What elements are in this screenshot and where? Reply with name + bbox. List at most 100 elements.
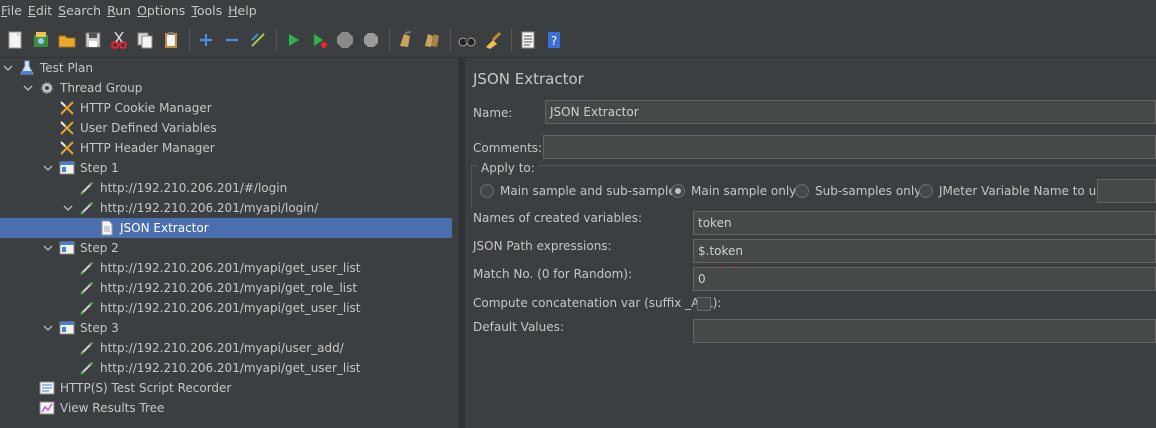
chevron-down-icon[interactable] <box>22 78 34 98</box>
chevron-down-icon[interactable] <box>42 158 54 178</box>
paste-button[interactable] <box>159 28 183 52</box>
tree-item[interactable]: Test Plan <box>0 58 452 78</box>
function-helper-button[interactable] <box>516 28 540 52</box>
radio-circle[interactable] <box>919 184 933 198</box>
comments-label: Comments: <box>473 141 543 155</box>
menu-options[interactable]: Options <box>135 0 189 22</box>
tree-item-label: http://192.210.206.201/myapi/get_user_li… <box>100 361 361 375</box>
tree-item[interactable]: http://192.210.206.201/myapi/get_user_li… <box>0 258 452 278</box>
results-tree-icon <box>38 399 56 417</box>
menu-label: ools <box>196 3 223 18</box>
chevron-down-icon[interactable] <box>62 198 74 218</box>
scissors-icon <box>58 139 76 157</box>
save-button[interactable] <box>81 28 105 52</box>
tree-item[interactable]: http://192.210.206.201/myapi/get_user_li… <box>0 298 452 318</box>
radio-sub-only[interactable]: Sub-samples only <box>795 184 921 198</box>
menu-run[interactable]: Run <box>105 0 135 22</box>
menu-edit[interactable]: Edit <box>26 0 56 22</box>
concat-checkbox[interactable] <box>697 297 711 311</box>
tree-item-label: http://192.210.206.201/myapi/login/ <box>100 201 319 215</box>
start-button[interactable] <box>281 28 305 52</box>
toggle-button[interactable] <box>246 28 270 52</box>
match-no-label: Match No. (0 for Random): <box>473 267 633 281</box>
menu-search[interactable]: Search <box>56 0 105 22</box>
shutdown-icon <box>361 30 381 50</box>
search-icon <box>457 30 477 50</box>
radio-circle[interactable] <box>480 184 494 198</box>
toolbar-separator <box>450 27 451 52</box>
radio-main-and-sub[interactable]: Main sample and sub-samples <box>480 184 682 198</box>
cut-button[interactable] <box>107 28 131 52</box>
stop-icon <box>335 30 355 50</box>
tree-item[interactable]: http://192.210.206.201/#/login <box>0 178 452 198</box>
tree-item-label: HTTP Cookie Manager <box>80 101 212 115</box>
controller-icon <box>58 159 76 177</box>
templates-button[interactable] <box>29 28 53 52</box>
tree-item[interactable]: View Results Tree <box>0 398 452 418</box>
toggle-icon <box>248 30 268 50</box>
radio-label: Main sample only <box>691 184 797 198</box>
radio-main-only[interactable]: Main sample only <box>671 184 796 198</box>
tree-item-label: Thread Group <box>60 81 143 95</box>
copy-button[interactable] <box>133 28 157 52</box>
tree-item[interactable]: http://192.210.206.201/myapi/get_user_li… <box>0 358 452 378</box>
radio-jmeter-variable[interactable]: JMeter Variable Name to use <box>919 184 1110 198</box>
open-button[interactable] <box>55 28 79 52</box>
tree-item[interactable]: JSON Extractor <box>0 218 452 238</box>
menu-tools[interactable]: Tools <box>189 0 226 22</box>
tree-item[interactable]: http://192.210.206.201/myapi/user_add/ <box>0 338 452 358</box>
clear-icon <box>396 30 416 50</box>
tree-item-label: Step 3 <box>80 321 119 335</box>
json-path-field[interactable]: $.token <box>693 239 1156 263</box>
stop-button[interactable] <box>333 28 357 52</box>
chevron-down-icon[interactable] <box>42 318 54 338</box>
menu-label: elp <box>237 3 257 18</box>
reset-search-button[interactable] <box>481 28 505 52</box>
radio-circle[interactable] <box>671 184 685 198</box>
tree-item[interactable]: Step 2 <box>0 238 452 258</box>
gear-icon <box>38 79 56 97</box>
tree-item[interactable]: http://192.210.206.201/myapi/get_role_li… <box>0 278 452 298</box>
testplan-icon <box>18 59 36 77</box>
menu-file[interactable]: File <box>0 0 26 22</box>
collapse-button[interactable] <box>220 28 244 52</box>
toolbar-separator <box>389 27 390 52</box>
match-no-field[interactable]: 0 <box>693 267 1156 291</box>
tree-item[interactable]: User Defined Variables <box>0 118 452 138</box>
scissors-icon <box>58 99 76 117</box>
tree-item-label: Step 2 <box>80 241 119 255</box>
jmeter-variable-field[interactable] <box>1097 179 1156 203</box>
menu-help[interactable]: Help <box>226 0 261 22</box>
tree-item[interactable]: HTTP Cookie Manager <box>0 98 452 118</box>
chevron-down-icon[interactable] <box>42 238 54 258</box>
search-button[interactable] <box>455 28 479 52</box>
shutdown-button[interactable] <box>359 28 383 52</box>
tree-item[interactable]: http://192.210.206.201/myapi/login/ <box>0 198 452 218</box>
radio-circle[interactable] <box>795 184 809 198</box>
menu-mnemonic: E <box>27 3 36 18</box>
clear-button[interactable] <box>394 28 418 52</box>
start-no-pause-button[interactable] <box>307 28 331 52</box>
expand-button[interactable] <box>194 28 218 52</box>
chevron-down-icon[interactable] <box>2 58 14 78</box>
help-button[interactable]: ? <box>542 28 566 52</box>
new-button[interactable] <box>3 28 27 52</box>
tree-item-label: Step 1 <box>80 161 119 175</box>
pipette-icon <box>78 359 96 377</box>
tree-item[interactable]: Step 3 <box>0 318 452 338</box>
tree-item[interactable]: Thread Group <box>0 78 452 98</box>
tree-item-label: http://192.210.206.201/#/login <box>100 181 288 195</box>
name-field[interactable]: JSON Extractor <box>545 100 1156 124</box>
clear-all-button[interactable] <box>420 28 444 52</box>
comments-field[interactable] <box>543 135 1156 159</box>
tree-item-label: HTTP(S) Test Script Recorder <box>60 381 232 395</box>
default-values-field[interactable] <box>693 319 1156 343</box>
tree-item[interactable]: Step 1 <box>0 158 452 178</box>
pipette-icon <box>78 299 96 317</box>
tree-item[interactable]: HTTP(S) Test Script Recorder <box>0 378 452 398</box>
tree-item[interactable]: HTTP Header Manager <box>0 138 452 158</box>
var-names-field[interactable]: token <box>693 211 1156 235</box>
toolbar-separator <box>511 27 512 52</box>
tree-item-label: http://192.210.206.201/myapi/user_add/ <box>100 341 344 355</box>
